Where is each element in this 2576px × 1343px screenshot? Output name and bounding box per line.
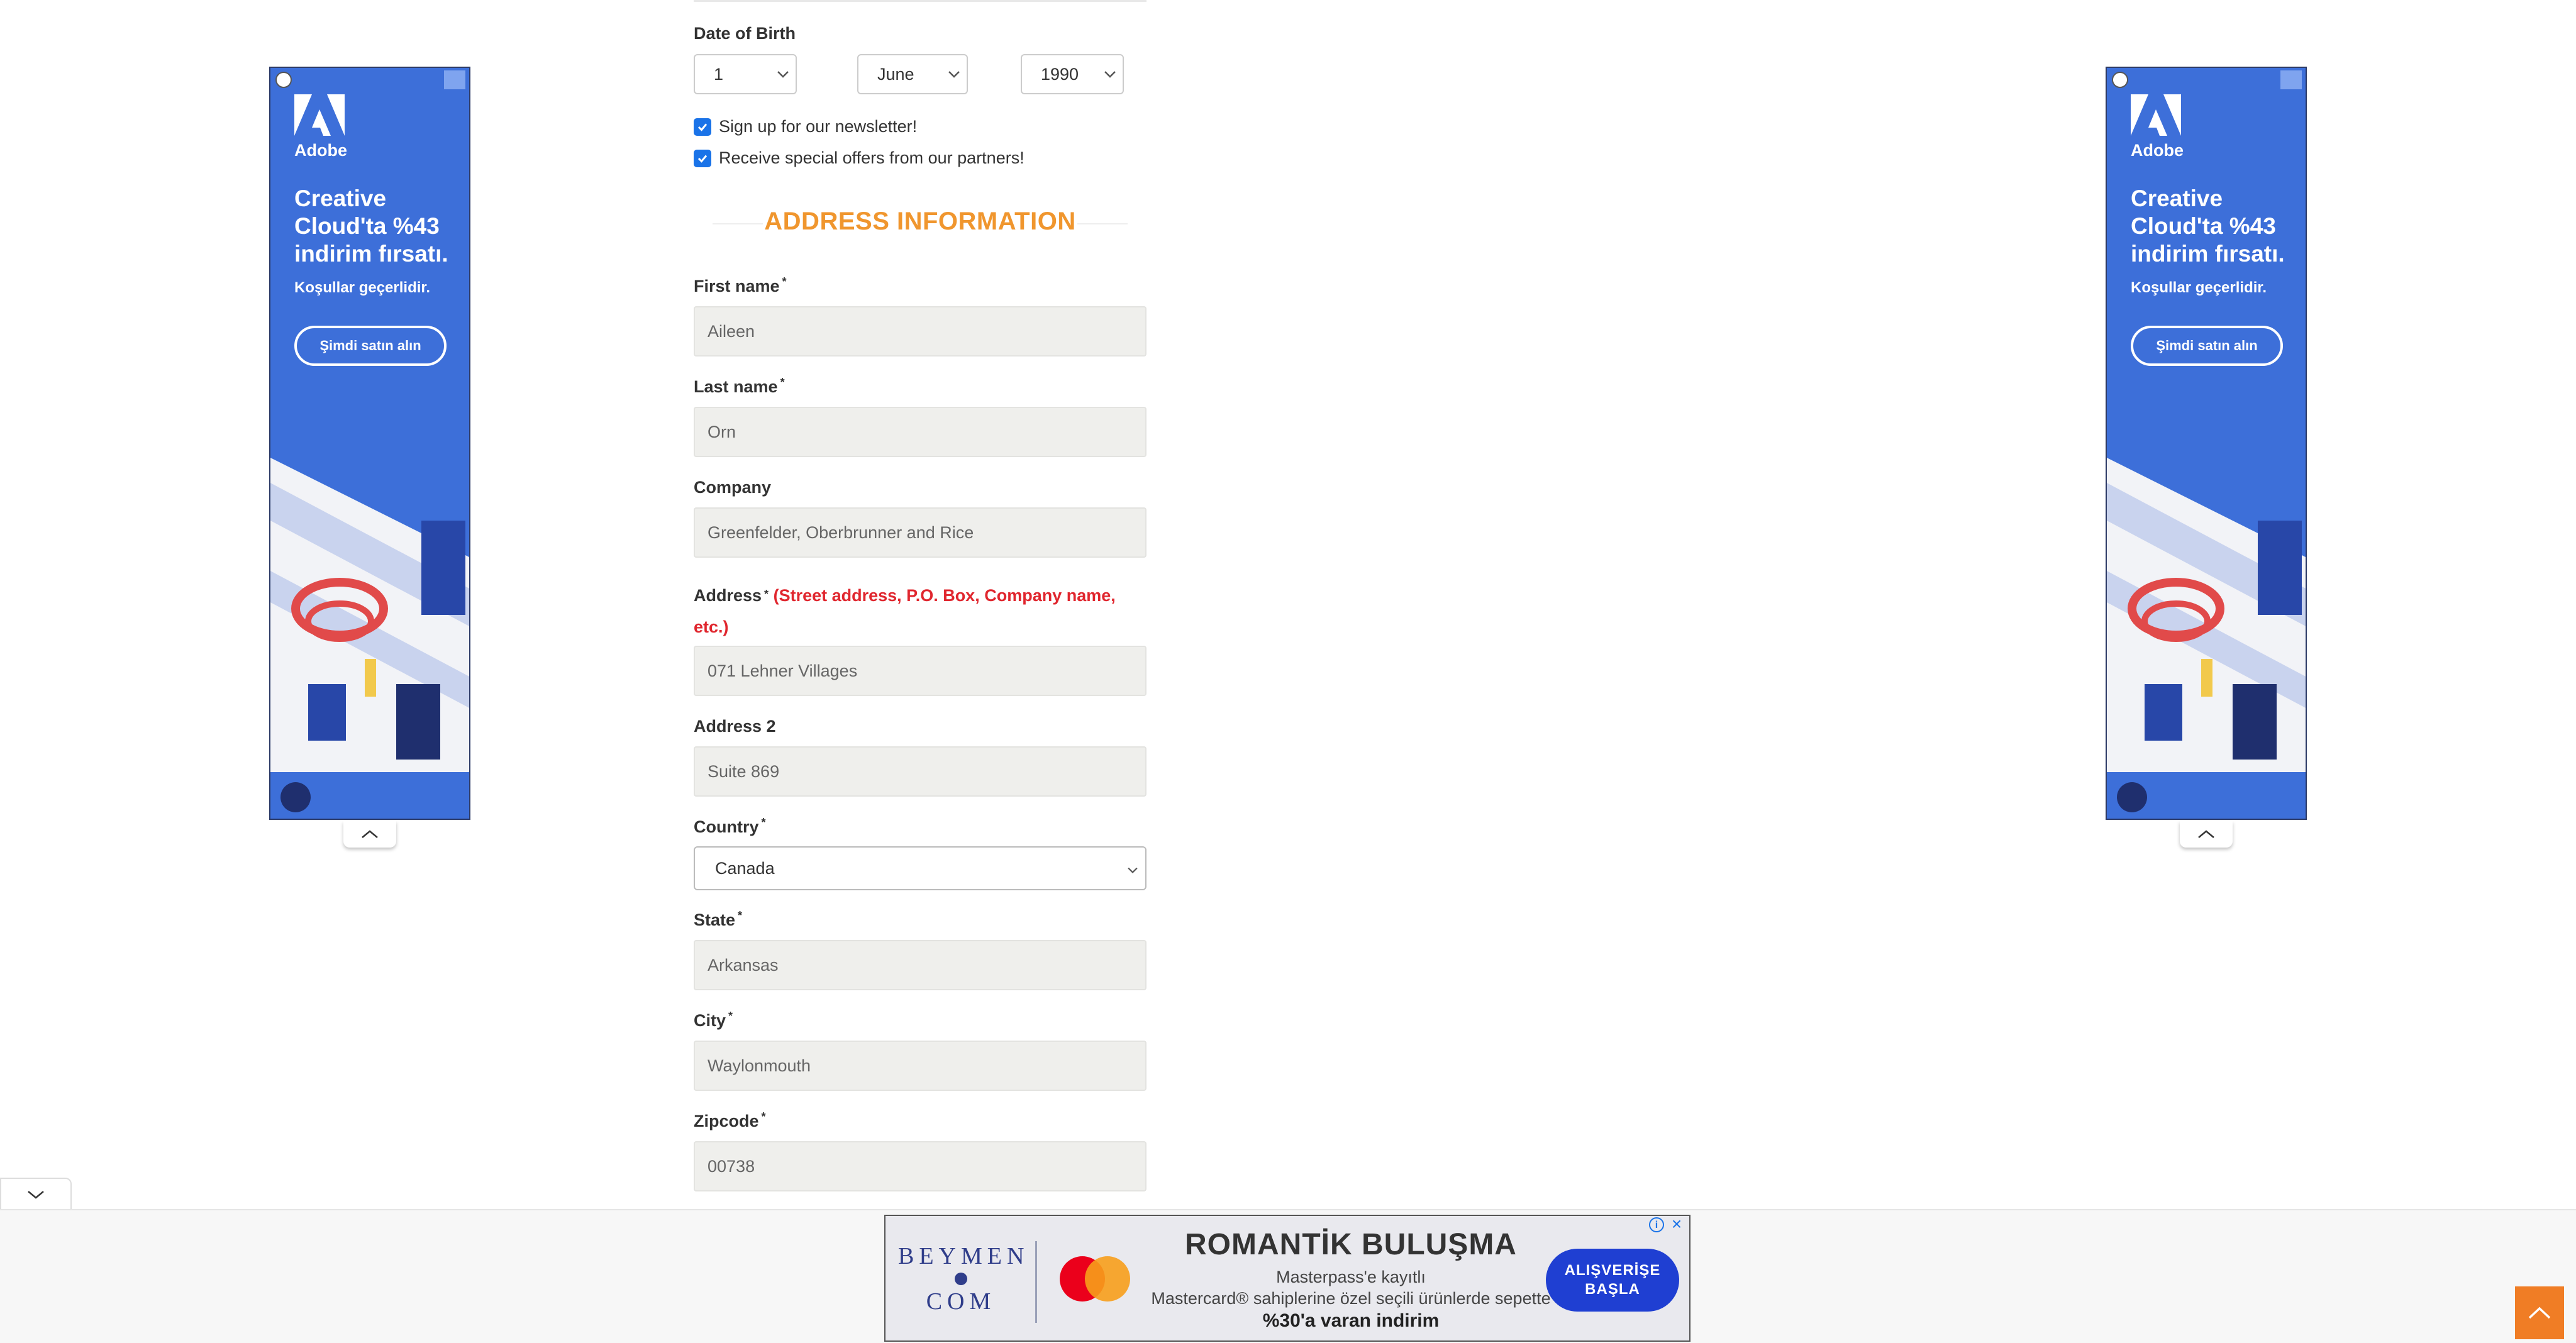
company-label: Company (694, 478, 772, 497)
country-value: Canada (715, 858, 775, 878)
state-input[interactable]: Arkansas (694, 940, 1146, 990)
ad-close-icon[interactable] (444, 70, 465, 89)
address2-label: Address 2 (694, 717, 776, 736)
zipcode-input[interactable]: 00738 (694, 1141, 1146, 1191)
first-name-label: First name * (694, 275, 787, 296)
banner-brand: BEYMEN COM (898, 1241, 1024, 1317)
right-ad-collapse-button[interactable] (2180, 821, 2233, 848)
section-title: ADDRESS INFORMATION (764, 207, 1076, 235)
ad-illustration (270, 458, 469, 819)
last-name-label: Last name * (694, 376, 785, 397)
required-mark: * (782, 275, 787, 288)
zipcode-label-text: Zipcode (694, 1112, 759, 1130)
mastercard-logo-icon (1060, 1256, 1130, 1302)
required-mark: * (728, 1010, 733, 1022)
partners-checkbox[interactable] (694, 149, 711, 167)
dob-day-select[interactable]: 1 (694, 54, 797, 94)
bottom-banner-ad[interactable]: BEYMEN COM ROMANTİK BULUŞMA Masterpass'e… (884, 1215, 1690, 1342)
banner-line2: Mastercard® sahiplerine özel seçili ürün… (1151, 1289, 1551, 1308)
company-input[interactable]: Greenfelder, Oberbrunner and Rice (694, 507, 1146, 558)
dob-day-value: 1 (714, 64, 724, 84)
adobe-logo-icon (2131, 94, 2181, 136)
banner-cta-button[interactable]: ALIŞVERİŞE BAŞLA (1546, 1249, 1679, 1312)
ad-subtext: Koşullar geçerlidir. (2131, 279, 2267, 296)
scroll-to-top-button[interactable] (2515, 1286, 2564, 1339)
ad-headline: Creative Cloud'ta %43 indirim fırsatı. (294, 185, 448, 267)
right-side-ad[interactable]: Adobe Creative Cloud'ta %43 indirim fırs… (2106, 67, 2307, 820)
dob-year-value: 1990 (1041, 64, 1079, 84)
state-label: State * (694, 909, 743, 930)
address-input[interactable]: 071 Lehner Villages (694, 646, 1146, 696)
check-icon (697, 123, 708, 131)
dob-month-select[interactable]: June (857, 54, 968, 94)
ad-brand: Adobe (294, 141, 347, 160)
partners-label: Receive special offers from our partners… (719, 148, 1024, 167)
ad-info-icon[interactable] (275, 72, 292, 88)
chevron-down-icon (1097, 66, 1123, 82)
required-mark: * (761, 1110, 766, 1123)
ad-cta-button[interactable]: Şimdi satın alın (2131, 326, 2283, 366)
dob-month-value: June (877, 64, 914, 84)
ad-brand: Adobe (2131, 141, 2184, 160)
country-label: Country * (694, 816, 766, 837)
arrow-up-icon (2528, 1307, 2551, 1319)
adobe-logo-icon (294, 94, 345, 136)
chevron-down-icon (28, 1191, 44, 1199)
dob-label: Date of Birth (694, 24, 796, 43)
country-select[interactable]: Canada (694, 846, 1146, 890)
banner-brand-bottom: COM (926, 1288, 996, 1315)
banner-line3: %30'a varan indirim (1262, 1310, 1440, 1331)
banner-line1: Masterpass'e kayıtlı (1276, 1268, 1426, 1286)
ad-cta-button[interactable]: Şimdi satın alın (294, 326, 447, 366)
section-header: ADDRESS INFORMATION (694, 207, 1146, 239)
ad-illustration (2107, 458, 2306, 819)
top-divider (694, 0, 1146, 2)
close-icon[interactable]: × (1668, 1216, 1685, 1234)
required-mark: * (738, 909, 743, 922)
ad-info-icon[interactable] (2112, 72, 2128, 88)
newsletter-label: Sign up for our newsletter! (719, 117, 918, 136)
required-mark: * (780, 376, 785, 389)
chevron-down-icon (941, 66, 967, 82)
info-icon[interactable]: i (1649, 1217, 1664, 1232)
required-mark: * (764, 588, 769, 600)
ad-close-icon[interactable] (2280, 70, 2302, 89)
required-mark: * (761, 816, 766, 829)
ad-subtext: Koşullar geçerlidir. (294, 279, 431, 296)
bottom-bar-toggle[interactable] (0, 1178, 72, 1210)
city-label: City * (694, 1010, 733, 1031)
chevron-down-icon (1120, 859, 1145, 878)
chevron-up-icon (2198, 830, 2214, 838)
banner-divider (1035, 1241, 1037, 1323)
first-name-input[interactable]: Aileen (694, 306, 1146, 356)
dob-year-select[interactable]: 1990 (1021, 54, 1124, 94)
newsletter-row: Sign up for our newsletter! (694, 117, 917, 136)
country-label-text: Country (694, 817, 759, 836)
left-side-ad[interactable]: Adobe Creative Cloud'ta %43 indirim fırs… (269, 67, 470, 820)
address-label-text: Address (694, 586, 762, 605)
chevron-up-icon (362, 830, 378, 838)
zipcode-label: Zipcode * (694, 1110, 766, 1131)
address2-input[interactable]: Suite 869 (694, 746, 1146, 797)
last-name-label-text: Last name (694, 377, 778, 396)
ad-headline: Creative Cloud'ta %43 indirim fırsatı. (2131, 185, 2285, 267)
address-label: Address * (Street address, P.O. Box, Comp… (694, 580, 1146, 643)
left-ad-collapse-button[interactable] (343, 821, 396, 848)
partners-row: Receive special offers from our partners… (694, 148, 1024, 168)
chevron-down-icon (770, 66, 796, 82)
newsletter-checkbox[interactable] (694, 118, 711, 136)
city-label-text: City (694, 1011, 726, 1030)
city-input[interactable]: Waylonmouth (694, 1041, 1146, 1091)
state-label-text: State (694, 910, 736, 929)
first-name-label-text: First name (694, 277, 780, 296)
banner-headline: ROMANTİK BULUŞMA (1185, 1228, 1517, 1261)
banner-brand-top: BEYMEN (898, 1243, 1030, 1269)
check-icon (697, 155, 708, 163)
banner-brand-dot (955, 1273, 967, 1285)
last-name-input[interactable]: Orn (694, 407, 1146, 457)
